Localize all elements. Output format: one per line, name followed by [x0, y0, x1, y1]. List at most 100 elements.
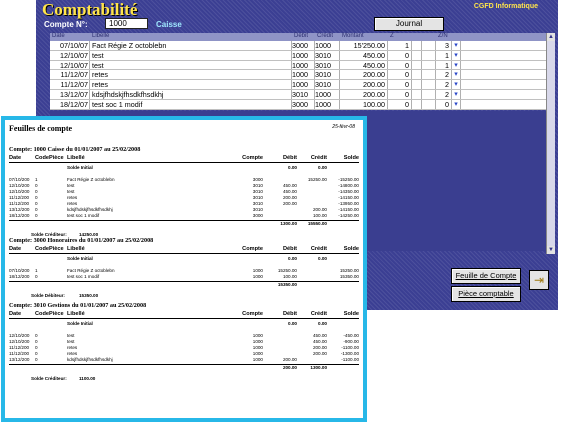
column-header: Solde [343, 311, 359, 317]
initial-balance-row: Solde Initial 0.00 0.00 [9, 256, 359, 262]
line-piece [49, 357, 67, 363]
row-amount: 200.00 [340, 70, 388, 80]
total-debit: 15350.00 [277, 282, 297, 287]
totals-row: 15350.00 [9, 281, 359, 287]
chevron-down-icon[interactable]: ▾ [452, 80, 461, 89]
grid-body: 07/10/07 Fact Régie Z octoblebn 3000 1000 15… [50, 41, 546, 110]
row-debit-account: 3000 [292, 41, 315, 50]
column-header: Pièce [49, 246, 64, 252]
table-row[interactable]: 18/12/07 test soc 1 modif 3000 1000 100.00 0 0… [50, 99, 546, 110]
row-amount: 100.00 [340, 99, 388, 109]
line-date: 18/12/200 [9, 213, 30, 218]
cell-empty [9, 282, 35, 287]
cell-empty [227, 282, 263, 287]
row-debit-account: 1000 [292, 60, 315, 70]
line-date: 18/12/200 [9, 274, 30, 279]
cell-empty [67, 365, 227, 370]
line-code: 0 [35, 274, 38, 279]
grid-header-cell: Date [52, 33, 65, 39]
line-piece [49, 213, 67, 219]
chevron-down-icon[interactable]: ▾ [452, 89, 461, 99]
piece-comptable-button[interactable]: Pièce comptable [451, 286, 521, 302]
row-debit-account: 3000 [292, 99, 315, 109]
final-balance-value: 1100.00 [79, 376, 96, 381]
final-balance-label: Solde Débiteur: [31, 293, 65, 298]
row-z: 0 [388, 89, 412, 99]
final-balance-row: Solde Créditeur: 1100.00 [9, 375, 359, 382]
row-n: 2 [436, 70, 452, 80]
cell-empty [49, 321, 67, 327]
cell-empty [49, 256, 67, 262]
scroll-up-icon[interactable]: ▲ [547, 33, 555, 41]
column-header: Date [9, 155, 22, 161]
row-credit-account: 1000 [315, 89, 340, 99]
exit-door-icon[interactable]: ⇥ [529, 270, 549, 290]
initial-label: Solde Initial [67, 256, 93, 261]
initial-credit: 0.00 [318, 256, 327, 261]
chevron-down-icon[interactable]: ▾ [452, 50, 461, 60]
cell-empty [9, 321, 35, 327]
final-balance-row: Solde Débiteur: 15350.00 [9, 292, 359, 299]
row-credit-account: 1000 [315, 99, 340, 109]
vertical-scrollbar[interactable]: ▲ ▼ [546, 33, 555, 254]
initial-debit: 0.00 [288, 321, 297, 326]
scroll-down-icon[interactable]: ▼ [547, 246, 555, 254]
report-line: 13/12/200 0 kdsjfhdskjfhsdkfhsdkhj 1000 200.… [9, 357, 359, 363]
column-header: Solde [343, 155, 359, 161]
row-amount: 200.00 [340, 89, 388, 99]
line-debit: 100.00 [282, 274, 297, 279]
cell-empty [67, 221, 227, 226]
initial-debit: 0.00 [288, 165, 297, 170]
chevron-down-icon[interactable]: ▾ [452, 70, 461, 80]
account-section: Compte: 1000 Caisse du 01/01/2007 au 25/… [9, 146, 359, 238]
row-blank [422, 80, 436, 89]
chevron-down-icon[interactable]: ▾ [452, 99, 461, 109]
initial-credit: 0.00 [318, 321, 327, 326]
grid-header: Date Libellé Débit Crédit Montant Z Z/N [50, 33, 546, 41]
total-credit [297, 282, 327, 287]
row-z: 0 [388, 80, 412, 89]
line-libelle: kdsjfhdskjfhsdkfhsdkhj [67, 357, 113, 362]
account-number-input[interactable]: 1000 [105, 18, 148, 29]
cell-empty [9, 256, 35, 262]
report-line: 18/12/200 0 test soc 1 modif 3000 100.00 -142… [9, 213, 359, 219]
report-preview: Feuilles de compte 25-févr-08 Compte: 10… [1, 116, 367, 422]
column-header: Code [35, 246, 49, 252]
table-row[interactable]: 13/12/07 kdsjfhdskjfhsdkfhsdkhj 3010 1000 20… [50, 89, 546, 100]
row-credit-account: 1000 [315, 41, 340, 50]
line-credit [297, 274, 327, 280]
cell-empty [35, 221, 49, 226]
column-header: Pièce [49, 311, 64, 317]
table-row[interactable]: 11/12/07 retes 1000 3010 200.00 0 2 ▾ [50, 70, 546, 81]
line-debit: 200.00 [282, 357, 297, 362]
row-blank [412, 50, 422, 60]
cell-empty [49, 221, 67, 226]
line-balance: -14250.00 [338, 213, 359, 218]
chevron-down-icon[interactable]: ▾ [452, 41, 461, 50]
line-balance: -1100.00 [341, 357, 359, 362]
cell-empty [9, 165, 35, 171]
cell-empty [227, 365, 263, 370]
row-z: 1 [388, 41, 412, 50]
chevron-down-icon[interactable]: ▾ [452, 60, 461, 70]
total-debit: 1300.00 [280, 221, 297, 226]
column-header: Débit [283, 155, 297, 161]
account-name: Caisse [156, 20, 182, 29]
line-piece [49, 274, 67, 280]
column-header: Libellé [67, 155, 85, 161]
row-z: 0 [388, 50, 412, 60]
table-row[interactable]: 07/10/07 Fact Régie Z octoblebn 3000 1000 15… [50, 41, 546, 51]
section-heading: Compte: 3010 Gestions du 01/01/2007 au 2… [9, 302, 147, 309]
journal-button[interactable]: Journal [374, 17, 444, 31]
table-row[interactable]: 11/12/07 retes 1000 3010 200.00 0 2 ▾ [50, 80, 546, 90]
feuille-de-compte-button[interactable]: Feuille de Compte [451, 268, 521, 284]
table-row[interactable]: 12/10/07 test 1000 3010 450.00 0 1 ▾ [50, 60, 546, 71]
column-header: Libellé [67, 246, 85, 252]
row-amount: 450.00 [340, 50, 388, 60]
grid-header-cell: Crédit [317, 33, 334, 39]
account-label: Compte N°: [44, 20, 88, 29]
table-row[interactable]: 12/10/07 test 1000 3010 450.00 0 1 ▾ [50, 50, 546, 61]
row-libelle: test soc 1 modif [90, 99, 292, 109]
initial-debit: 0.00 [288, 256, 297, 261]
row-blank [422, 41, 436, 50]
